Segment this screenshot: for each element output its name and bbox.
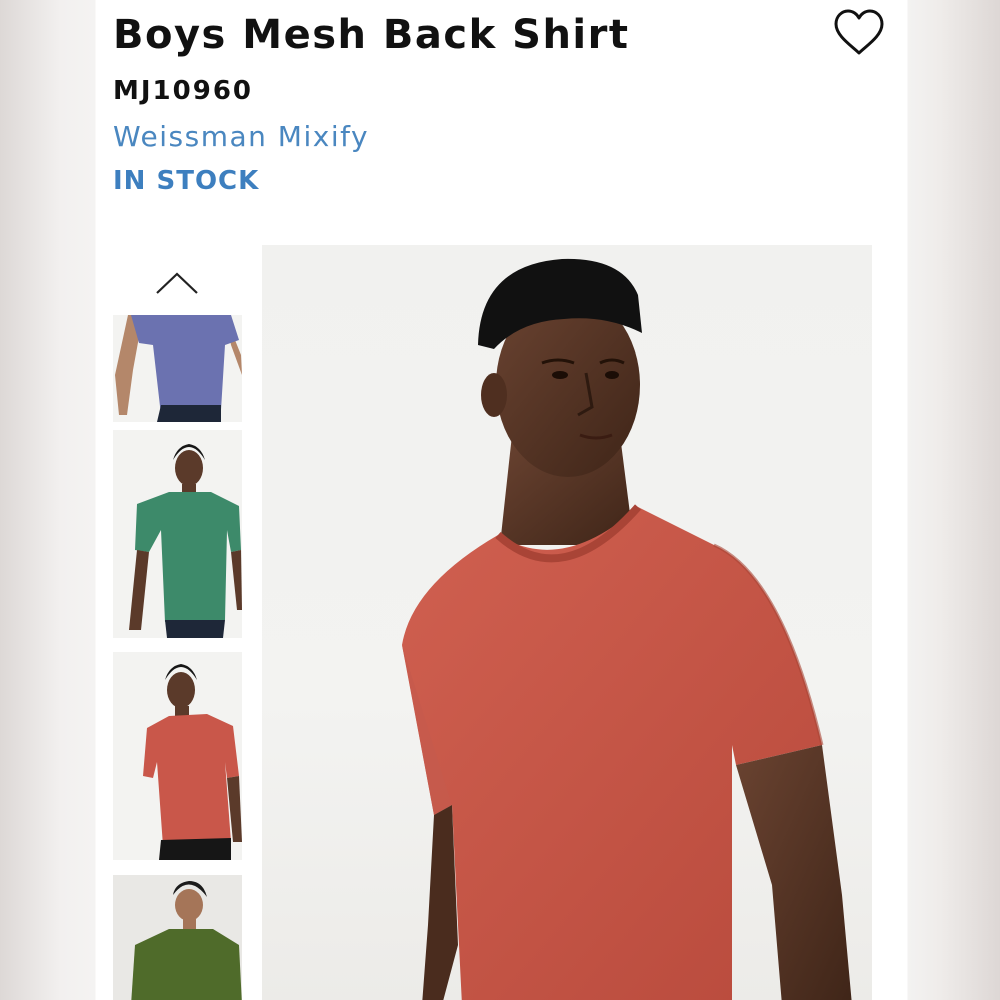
product-title: Boys Mesh Back Shirt [113, 12, 630, 58]
thumbnail-image [113, 875, 242, 1000]
stock-status: IN STOCK [113, 166, 260, 196]
product-page: Boys Mesh Back Shirt MJ10960 Weissman Mi… [96, 0, 907, 1000]
thumbnail-image [113, 430, 242, 638]
main-product-image [262, 245, 872, 1000]
wishlist-button[interactable] [832, 8, 886, 58]
thumbnail-green-shirt[interactable] [113, 430, 242, 638]
thumbnail-image [113, 652, 242, 860]
gallery-up-button[interactable] [154, 268, 200, 298]
thumbnail-image [113, 315, 242, 422]
heart-outline-icon [834, 9, 884, 55]
brand-link[interactable]: Weissman Mixify [113, 120, 369, 153]
model-photo [402, 258, 852, 1000]
thumbnail-olive-shirt[interactable] [113, 875, 242, 1000]
product-sku: MJ10960 [113, 76, 254, 106]
chevron-up-icon [156, 272, 198, 294]
thumbnail-blue-shirt[interactable] [113, 315, 242, 422]
thumbnail-red-shirt[interactable] [113, 652, 242, 860]
